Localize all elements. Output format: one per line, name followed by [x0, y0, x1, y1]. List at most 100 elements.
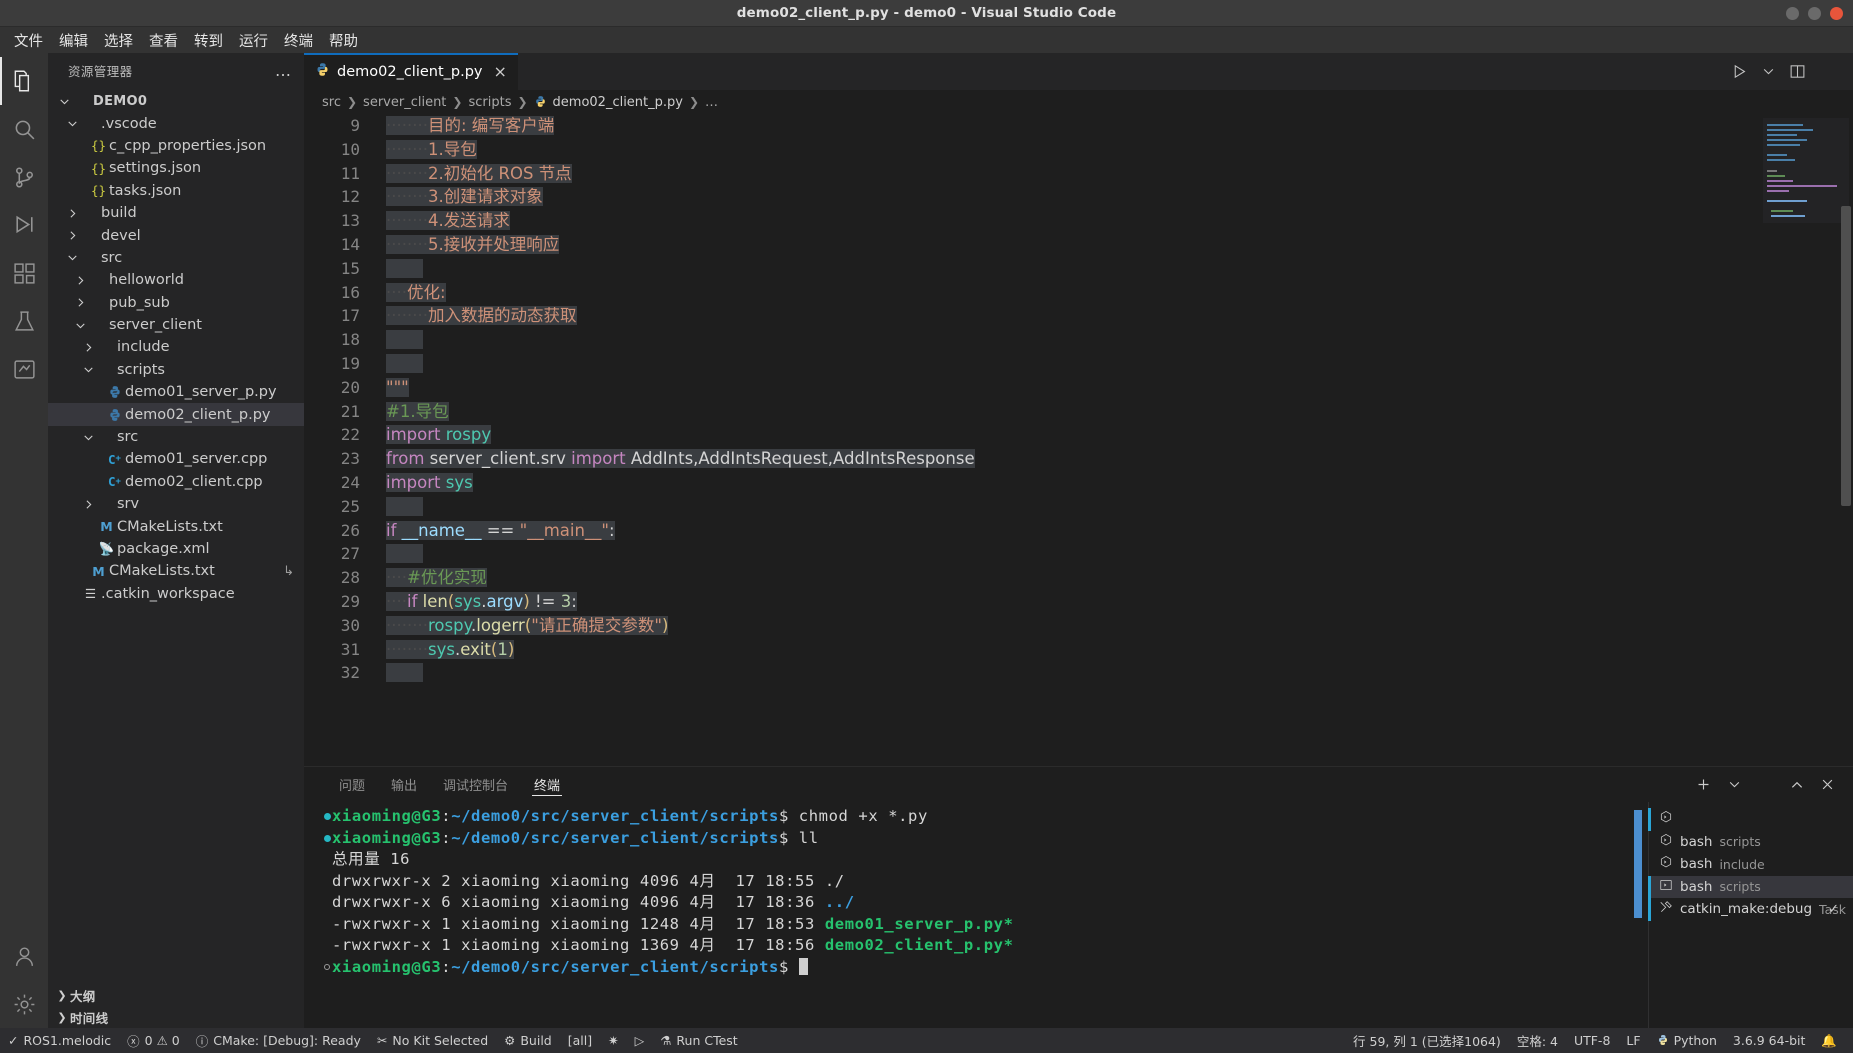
search-icon[interactable] [0, 105, 48, 153]
tree-item-demo01-server-cpp[interactable]: C + demo01_server.cpp [48, 448, 304, 470]
more-actions-icon[interactable] [1820, 63, 1837, 80]
code-line[interactable]: ········5.接收并处理响应 [382, 233, 1853, 257]
code-line[interactable]: ········3.创建请求对象 [382, 185, 1853, 209]
status-run[interactable]: ▷ [627, 1028, 653, 1053]
code-line[interactable]: ········sys.exit(1) [382, 638, 1853, 662]
chevron-down-icon[interactable] [56, 95, 72, 108]
tree-item-src[interactable]: src [48, 247, 304, 269]
scrollbar-thumb[interactable] [1841, 206, 1851, 506]
more-actions-icon[interactable]: … [275, 61, 292, 80]
code-line[interactable] [382, 542, 1853, 566]
tree-item-scripts[interactable]: scripts [48, 359, 304, 381]
status-notifications[interactable]: 🔔 [1813, 1028, 1845, 1053]
status-remote[interactable]: ✓ ROS1.melodic [0, 1028, 119, 1053]
minimap[interactable] [1761, 114, 1853, 766]
breadcrumb-item[interactable]: scripts [468, 95, 511, 110]
tab-terminal[interactable]: 终端 [521, 767, 573, 802]
tree-item-devel[interactable]: devel [48, 224, 304, 246]
code-line[interactable]: ········加入数据的动态获取 [382, 304, 1853, 328]
code-line[interactable]: ····#优化实现 [382, 566, 1853, 590]
breadcrumb-item[interactable]: server_client [363, 95, 446, 110]
tree-item-demo02-client-cpp[interactable]: C + demo02_client.cpp [48, 471, 304, 493]
status-encoding[interactable]: UTF-8 [1566, 1028, 1618, 1053]
code-line[interactable]: if __name__ == "__main__": [382, 519, 1853, 543]
chevron-down-icon[interactable] [64, 251, 80, 264]
terminal-list-item[interactable] [1648, 808, 1853, 831]
chevron-right-icon[interactable] [80, 498, 96, 511]
close-panel-icon[interactable] [1820, 777, 1835, 792]
tree-item-build[interactable]: build [48, 202, 304, 224]
tree-item-catkin-workspace[interactable]: ☰ .catkin_workspace [48, 583, 304, 605]
cmake-icon[interactable] [0, 345, 48, 393]
chevron-down-icon[interactable] [1762, 65, 1775, 78]
explorer-icon[interactable] [0, 57, 48, 105]
code-line[interactable] [382, 495, 1853, 519]
chevron-down-icon[interactable] [80, 363, 96, 376]
breadcrumb-item[interactable]: demo02_client_p.py [553, 95, 683, 110]
chevron-right-icon[interactable] [72, 274, 88, 287]
code-line[interactable]: ········4.发送请求 [382, 209, 1853, 233]
terminal-scrollbar[interactable] [1634, 810, 1642, 918]
status-cmake[interactable]: ⓘ CMake: [Debug]: Ready [188, 1028, 369, 1053]
breadcrumb-item[interactable]: src [322, 95, 341, 110]
tree-item-cmakelists-txt[interactable]: M CMakeLists.txt ↳ [48, 560, 304, 582]
extensions-icon[interactable] [0, 249, 48, 297]
tab-problems[interactable]: 问题 [326, 767, 378, 802]
code-line[interactable]: #1.导包 [382, 400, 1853, 424]
code-line[interactable] [382, 352, 1853, 376]
status-target[interactable]: [all] [560, 1028, 600, 1053]
chevron-down-icon[interactable] [80, 431, 96, 444]
menu-go[interactable]: 转到 [186, 27, 231, 54]
editor-scrollbar[interactable] [1839, 114, 1853, 766]
new-terminal-icon[interactable] [1695, 776, 1712, 793]
status-language-mode[interactable]: Python [1649, 1028, 1725, 1053]
menu-file[interactable]: 文件 [6, 27, 51, 54]
code-editor[interactable]: 9 10 11 12 13 14 15 16 17 18 19 20 21 22 23 24 25 26 27 28 2… [304, 114, 1853, 766]
chevron-down-icon[interactable] [1728, 778, 1741, 791]
code-line[interactable] [382, 661, 1853, 685]
terminal-list-item[interactable]: catkin_make:debug Task ✓ [1648, 898, 1853, 921]
menu-view[interactable]: 查看 [141, 27, 186, 54]
code-line[interactable]: import sys [382, 471, 1853, 495]
tab-debug-console[interactable]: 调试控制台 [430, 767, 521, 802]
tab-demo02-client-p-py[interactable]: demo02_client_p.py × [304, 53, 519, 90]
status-eol[interactable]: LF [1618, 1028, 1648, 1053]
settings-gear-icon[interactable] [0, 980, 48, 1028]
code-line[interactable]: ····if len(sys.argv) != 3: [382, 590, 1853, 614]
split-editor-icon[interactable] [1789, 63, 1806, 80]
chevron-right-icon[interactable] [80, 341, 96, 354]
tree-item-demo0[interactable]: DEMO0 [48, 90, 304, 112]
tree-item-vscode[interactable]: .vscode [48, 112, 304, 134]
status-build[interactable]: ⚙ Build [496, 1028, 560, 1053]
status-ctest[interactable]: ⚗ Run CTest [652, 1028, 746, 1053]
source-control-icon[interactable] [0, 153, 48, 201]
tree-item-pub-sub[interactable]: pub_sub [48, 292, 304, 314]
code-line[interactable] [382, 257, 1853, 281]
code-content[interactable]: ········目的: 编写客户端 ········1.导包 ········2.初… [382, 114, 1853, 766]
tree-item-package-xml[interactable]: 📡 package.xml [48, 538, 304, 560]
code-line[interactable]: """ [382, 376, 1853, 400]
tree-item-settings-json[interactable]: {} settings.json [48, 157, 304, 179]
status-problems[interactable]: ⓧ 0 ⚠ 0 [119, 1028, 188, 1053]
menu-help[interactable]: 帮助 [321, 27, 366, 54]
run-file-icon[interactable] [1731, 63, 1748, 80]
terminal-view[interactable]: xiaoming@G3:~/demo0/src/server_client/sc… [304, 802, 1648, 1028]
code-line[interactable] [382, 328, 1853, 352]
tree-item-cmakelists-txt[interactable]: M CMakeLists.txt [48, 515, 304, 537]
menu-run[interactable]: 运行 [231, 27, 276, 54]
chevron-down-icon[interactable] [72, 319, 88, 332]
code-line[interactable]: ········1.导包 [382, 138, 1853, 162]
tree-item-demo01-server-p-py[interactable]: demo01_server_p.py [48, 381, 304, 403]
tree-item-include[interactable]: include [48, 336, 304, 358]
status-debug-settings[interactable]: ✷ [600, 1028, 626, 1053]
breadcrumb-item[interactable]: … [705, 95, 718, 110]
tree-item-srv[interactable]: srv [48, 493, 304, 515]
status-indentation[interactable]: 空格: 4 [1509, 1028, 1566, 1053]
minimize-icon[interactable] [1786, 7, 1799, 20]
menu-terminal[interactable]: 终端 [276, 27, 321, 54]
testing-icon[interactable] [0, 297, 48, 345]
tree-item-server-client[interactable]: server_client [48, 314, 304, 336]
maximize-icon[interactable] [1808, 7, 1821, 20]
tree-item-tasks-json[interactable]: {} tasks.json [48, 180, 304, 202]
menu-edit[interactable]: 编辑 [51, 27, 96, 54]
